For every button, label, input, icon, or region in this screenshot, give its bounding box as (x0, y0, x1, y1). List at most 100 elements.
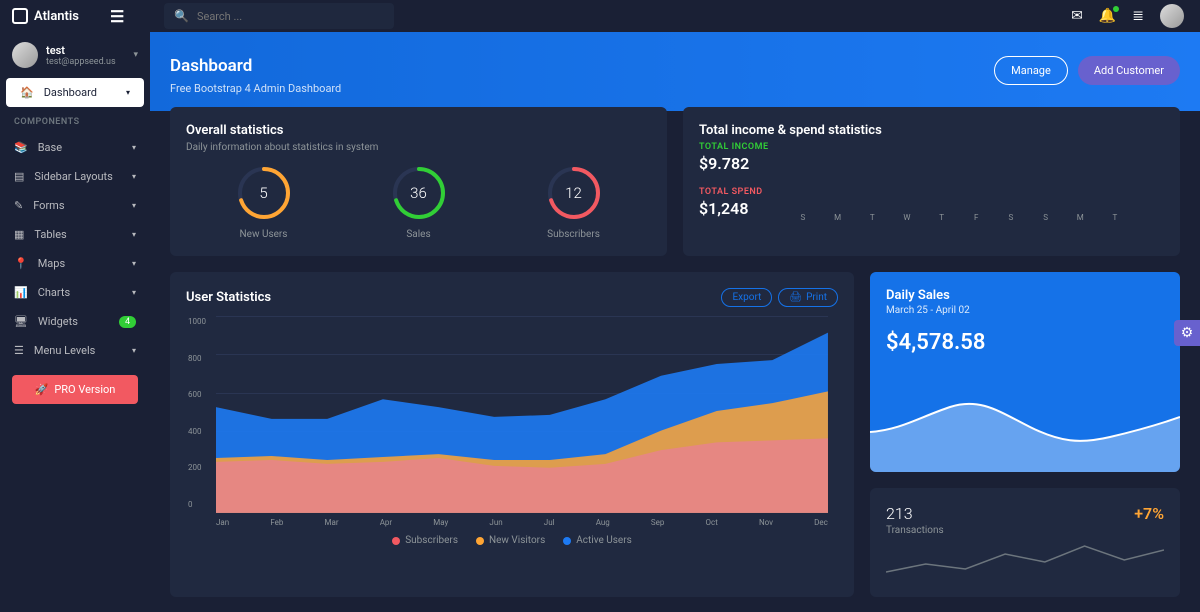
sidebar-item-label: Sidebar Layouts (34, 170, 112, 183)
logo-icon (12, 8, 28, 24)
add-customer-button[interactable]: Add Customer (1078, 56, 1180, 85)
legend-item: Active Users (563, 535, 632, 546)
card-title: Daily Sales (886, 288, 1164, 303)
gear-icon: ⚙ (1181, 325, 1194, 341)
sidebar-item-widgets[interactable]: 🖥Widgets4 (0, 307, 150, 336)
user-statistics-chart: 10008006004002000 JanFebMarAprMayJunJulA… (216, 317, 828, 527)
sidebar-avatar (12, 42, 38, 68)
income-label: TOTAL INCOME (699, 142, 769, 152)
x-tick: Jan (216, 518, 229, 527)
transactions-count: 213 (886, 504, 913, 523)
spend-label: TOTAL SPEND (699, 187, 769, 197)
bar-label: T (939, 213, 944, 222)
chevron-down-icon: ▾ (132, 346, 136, 355)
bar: T (858, 209, 887, 222)
chevron-down-icon: ▾ (132, 259, 136, 268)
sidebar: test test@appseed.us ▾ 🏠 Dashboard ▾ COM… (0, 0, 150, 612)
income-value: $9.782 (699, 154, 769, 173)
x-tick: Feb (270, 518, 283, 527)
settings-fab[interactable]: ⚙ (1174, 320, 1200, 346)
bar-label: S (801, 213, 806, 222)
transactions-sparkline (886, 542, 1164, 578)
nav-icon: ✎ (14, 199, 23, 212)
stat-new-users: 5 New Users (236, 165, 292, 240)
user-name: test (46, 44, 116, 57)
sidebar-item-dashboard[interactable]: 🏠 Dashboard ▾ (6, 78, 144, 107)
card-subtitle: Daily information about statistics in sy… (186, 142, 651, 153)
layers-icon[interactable]: ≣ (1132, 8, 1144, 24)
search-input-wrap[interactable]: 🔍 (164, 3, 394, 29)
x-tick: Aug (596, 518, 610, 527)
menu-toggle-icon[interactable]: ☰ (110, 7, 130, 26)
sidebar-section-header: COMPONENTS (0, 107, 150, 133)
sidebar-item-base[interactable]: 📚Base▾ (0, 133, 150, 162)
print-button[interactable]: 🖨Print (778, 288, 838, 307)
search-input[interactable] (197, 10, 384, 23)
x-tick: Nov (759, 518, 773, 527)
x-tick: Sep (651, 518, 664, 527)
nav-icon: 📚 (14, 141, 28, 154)
bar-label: T (870, 213, 875, 222)
bell-icon[interactable]: 🔔 (1099, 8, 1116, 24)
bar: T (927, 209, 956, 222)
sidebar-item-label: Tables (34, 228, 66, 241)
export-button[interactable]: Export (721, 288, 772, 307)
sidebar-item-maps[interactable]: 📍 Maps ▾ (0, 249, 150, 278)
stat-value: 12 (546, 165, 602, 221)
nav-icon: 📍 (14, 257, 28, 270)
legend-dot (563, 537, 571, 545)
print-icon: 🖨 (789, 292, 802, 303)
mail-icon[interactable]: ✉ (1071, 8, 1083, 24)
sidebar-item-tables[interactable]: ▦Tables▾ (0, 220, 150, 249)
income-bar-chart: SMTWTFSSMT (789, 142, 1164, 222)
pro-version-button[interactable]: 🚀 PRO Version (12, 375, 138, 404)
legend-item: New Visitors (476, 535, 545, 546)
transactions-card: 213 +7% Transactions (870, 488, 1180, 597)
brand-logo[interactable]: Atlantis ☰ (0, 7, 150, 26)
x-tick: May (433, 518, 448, 527)
x-tick: Jul (544, 518, 555, 527)
chevron-down-icon: ▾ (126, 88, 130, 97)
overall-stats-card: Overall statistics Daily information abo… (170, 107, 667, 256)
bar: F (962, 209, 991, 222)
rocket-icon: 🚀 (35, 383, 49, 396)
manage-button[interactable]: Manage (994, 56, 1068, 85)
user-avatar[interactable] (1160, 4, 1184, 28)
legend-item: Subscribers (392, 535, 458, 546)
income-stats-card: Total income & spend statistics TOTAL IN… (683, 107, 1180, 256)
stat-subscribers: 12 Subscribers (546, 165, 602, 240)
sidebar-user[interactable]: test test@appseed.us ▾ (0, 32, 150, 78)
sales-date-range: March 25 - April 02 (886, 305, 1164, 316)
user-email: test@appseed.us (46, 57, 116, 67)
sidebar-item-charts[interactable]: 📊Charts▾ (0, 278, 150, 307)
chevron-down-icon: ▾ (132, 201, 136, 210)
bar-label: T (1113, 213, 1118, 222)
chevron-down-icon: ▾ (132, 172, 136, 181)
bar: S (789, 209, 818, 222)
sidebar-item-label: Widgets (38, 315, 78, 328)
legend-dot (476, 537, 484, 545)
y-tick: 400 (188, 427, 206, 436)
bar: T (1101, 209, 1130, 222)
card-title: User Statistics (186, 290, 271, 305)
x-tick: Jun (489, 518, 502, 527)
bar: M (823, 209, 852, 222)
sidebar-item-forms[interactable]: ✎Forms▾ (0, 191, 150, 220)
notification-dot (1113, 6, 1119, 12)
x-tick: Oct (706, 518, 718, 527)
bar-label: S (1009, 213, 1014, 222)
sidebar-item-menu-levels[interactable]: ☰ Menu Levels ▾ (0, 336, 150, 365)
sales-value: $4,578.58 (886, 330, 1164, 355)
badge: 4 (119, 316, 136, 328)
nav-icon: ☰ (14, 344, 24, 357)
user-statistics-card: User Statistics Export 🖨Print 1000800600… (170, 272, 854, 597)
nav-icon: ▦ (14, 228, 24, 241)
bar-label: W (903, 213, 910, 222)
bar: M (1066, 209, 1095, 222)
chevron-down-icon: ▾ (132, 143, 136, 152)
sidebar-item-label: Menu Levels (34, 344, 95, 357)
sidebar-item-sidebar-layouts[interactable]: ▤Sidebar Layouts▾ (0, 162, 150, 191)
sidebar-item-label: Maps (38, 257, 65, 270)
brand-name: Atlantis (34, 9, 79, 24)
bar: W (893, 209, 922, 222)
